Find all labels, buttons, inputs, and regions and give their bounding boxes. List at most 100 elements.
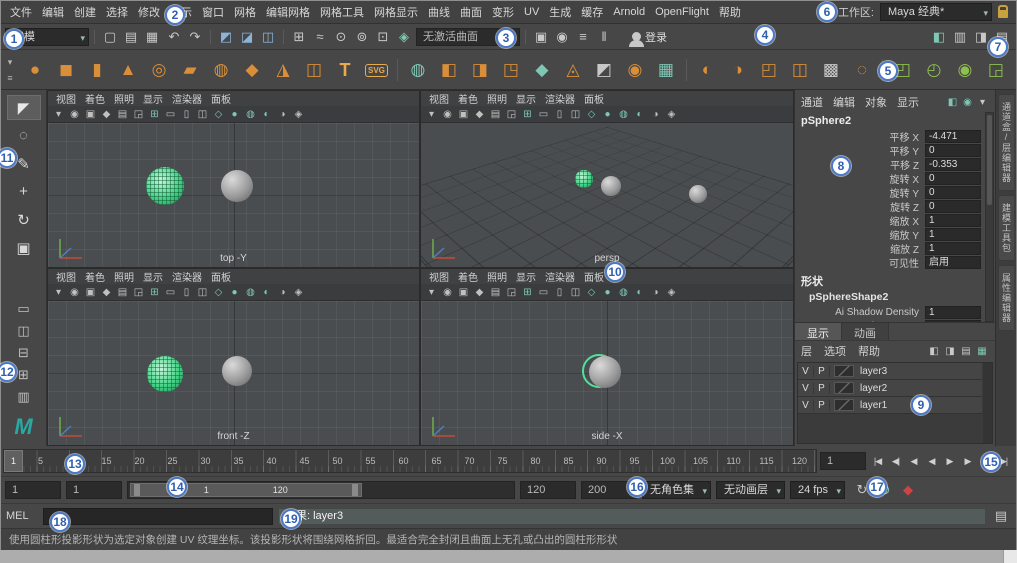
layout-outliner-icon[interactable]: ▥ [9, 387, 39, 407]
sphere[interactable] [589, 356, 621, 388]
play-forwards-icon[interactable]: ▶ [941, 451, 958, 471]
layer-list-scrollbar[interactable] [983, 363, 992, 443]
animation-end-field[interactable]: 200 [581, 481, 637, 499]
viewport-front[interactable]: 视图 着色 照明 显示 渲染器 面板 ▾ ◉ ▣ ◆ ▤ ◲ ⊞ ▭ ▯ ◫ ◇ ● ◍ ◐ ◑ ◈ front -Z [47, 268, 420, 446]
viewport-menu-item[interactable]: 渲染器 [541, 269, 579, 284]
current-time-field[interactable]: 1 [820, 452, 866, 470]
viewport-menu-item[interactable]: 显示 [139, 269, 167, 284]
cylindrical-mapping-icon[interactable]: ◴ [919, 55, 949, 85]
viewport-canvas-top[interactable]: top -Y [48, 123, 419, 267]
menubar-item[interactable]: 网格 [229, 1, 261, 23]
attribute-value[interactable]: 0 [925, 319, 981, 322]
viewport-menu-item[interactable]: 显示 [512, 269, 540, 284]
menubar-item[interactable]: 创建 [69, 1, 101, 23]
lights-icon[interactable]: ◐ [259, 285, 274, 300]
toolbar-separator[interactable] [207, 27, 214, 46]
shadows-icon[interactable]: ◑ [648, 107, 663, 122]
image-plane-icon[interactable]: ▤ [488, 285, 503, 300]
bookmark-icon[interactable]: ◆ [472, 107, 487, 122]
layout-two-stacked-icon[interactable]: ⊟ [9, 343, 39, 363]
viewport-menu-item[interactable]: 渲染器 [168, 91, 206, 106]
smooth-shade-icon[interactable]: ● [227, 107, 242, 122]
menubar-item[interactable]: 缓存 [576, 1, 608, 23]
sidebar-tab[interactable]: 通道盒/层编辑器 [998, 94, 1014, 191]
select-tool-icon[interactable]: ◤ [6, 95, 41, 120]
poly-text-icon[interactable]: T [330, 55, 360, 85]
bookmark-icon[interactable]: ◆ [99, 285, 114, 300]
channel-object-name[interactable]: pSphere2 [795, 112, 983, 129]
modeling-toolkit-toggle-icon[interactable]: ◧ [929, 27, 949, 47]
bookmark-icon[interactable]: ◆ [99, 107, 114, 122]
viewport-menu-item[interactable]: 视图 [425, 269, 453, 284]
grid-toggle-icon[interactable]: ⊞ [147, 285, 162, 300]
viewport-menu-item[interactable]: 着色 [454, 269, 482, 284]
menubar-item[interactable]: 网格显示 [369, 1, 423, 23]
wireframe-icon[interactable]: ◇ [211, 107, 226, 122]
layer-row[interactable]: V P layer3 [798, 363, 982, 380]
attribute-name[interactable]: 缩放 Y [795, 227, 925, 242]
poly-plane-icon[interactable]: ▰ [175, 55, 205, 85]
menubar-item[interactable]: 显示 [165, 1, 197, 23]
layout-two-panes-icon[interactable]: ◫ [9, 321, 39, 341]
snap-to-projected-center-icon[interactable]: ⊚ [352, 27, 372, 47]
viewport-menu-item[interactable]: 照明 [110, 91, 138, 106]
channel-menu[interactable]: 通道 [801, 94, 823, 110]
step-forward-key-icon[interactable]: ▶ [959, 451, 976, 471]
attribute-value[interactable]: 0 [925, 143, 981, 157]
move-tool-icon[interactable]: + [7, 179, 41, 204]
attribute-value[interactable]: 1 [925, 227, 981, 241]
viewport-menu-item[interactable]: 照明 [483, 91, 511, 106]
attribute-name[interactable]: Ai Shadow Density [795, 307, 925, 318]
poly-cone-icon[interactable]: ▲ [113, 55, 143, 85]
film-gate-icon[interactable]: ▭ [536, 285, 551, 300]
boolean-difference-icon[interactable]: ◑ [723, 55, 753, 85]
layer-playback-toggle[interactable]: P [814, 399, 830, 411]
combine-icon[interactable]: ◧ [434, 55, 464, 85]
script-editor-icon[interactable]: ▤ [991, 506, 1011, 526]
menu-set-selector[interactable]: 建模 ▾ [5, 27, 89, 46]
attribute-name[interactable]: 可见性 [795, 255, 925, 270]
sidebar-tab[interactable]: 建模工具包 [998, 195, 1014, 261]
smooth-shade-icon[interactable]: ● [600, 107, 615, 122]
help-menu[interactable]: 帮助 [858, 343, 880, 359]
film-gate-icon[interactable]: ▭ [536, 107, 551, 122]
poly-platonic-icon[interactable]: ◆ [237, 55, 267, 85]
menubar-item[interactable]: 曲面 [455, 1, 487, 23]
layout-four-panes-icon[interactable]: ⊞ [9, 365, 39, 385]
poly-cube-icon[interactable]: ◼ [51, 55, 81, 85]
redo-icon[interactable]: ↷ [185, 27, 205, 47]
sphere[interactable] [689, 185, 707, 203]
snap-to-grid-icon[interactable]: ⊞ [289, 27, 309, 47]
2d-pan-zoom-icon[interactable]: ◲ [504, 285, 519, 300]
snap-to-point-icon[interactable]: ⊙ [331, 27, 351, 47]
make-live-icon[interactable]: ◈ [394, 27, 414, 47]
menubar-item[interactable]: 变形 [487, 1, 519, 23]
rotate-tool-icon[interactable]: ↻ [7, 207, 41, 232]
camera-attributes-icon[interactable]: ▣ [456, 107, 471, 122]
menubar-item[interactable]: 帮助 [714, 1, 746, 23]
gate-mask-icon[interactable]: ◫ [195, 107, 210, 122]
separate-icon[interactable]: ◨ [465, 55, 495, 85]
soft-modification-icon[interactable]: ◌ [847, 55, 877, 85]
selected-sphere[interactable] [146, 167, 184, 205]
xray-icon[interactable]: ◈ [291, 107, 306, 122]
anim-layer-selector[interactable]: 无动画层 ▾ [716, 481, 785, 499]
sphere[interactable] [601, 176, 621, 196]
viewport-menu-item[interactable]: 渲染器 [541, 91, 579, 106]
viewport-menu-item[interactable]: 视图 [425, 91, 453, 106]
attribute-editor-toggle-icon[interactable]: ◨ [971, 27, 991, 47]
attribute-name[interactable]: 平移 Y [795, 143, 925, 158]
gate-mask-icon[interactable]: ◫ [195, 285, 210, 300]
image-plane-icon[interactable]: ▤ [115, 285, 130, 300]
attribute-value[interactable]: 启用 [925, 255, 981, 269]
viewport-persp[interactable]: 视图 着色 照明 显示 渲染器 面板 ▾ ◉ ▣ ◆ ▤ ◲ ⊞ ▭ ▯ ◫ ◇ ● ◍ ◐ ◑ ◈ persp [420, 90, 794, 268]
login-button[interactable]: 登录 [624, 27, 675, 47]
layer-playback-toggle[interactable]: P [814, 382, 830, 394]
mirror-geometry-icon[interactable]: ◫ [785, 55, 815, 85]
fps-selector[interactable]: 24 fps ▾ [790, 481, 845, 499]
camera-menu-icon[interactable]: ▾ [424, 285, 439, 300]
undo-icon[interactable]: ↶ [164, 27, 184, 47]
viewport-side[interactable]: 视图 着色 照明 显示 渲染器 面板 ▾ ◉ ▣ ◆ ▤ ◲ ⊞ ▭ ▯ ◫ ◇ ● ◍ ◐ ◑ ◈ side -X [420, 268, 794, 446]
command-result-field[interactable]: 结果: layer3 [278, 507, 986, 525]
channel-settings-icon[interactable]: ▾ [976, 96, 989, 109]
